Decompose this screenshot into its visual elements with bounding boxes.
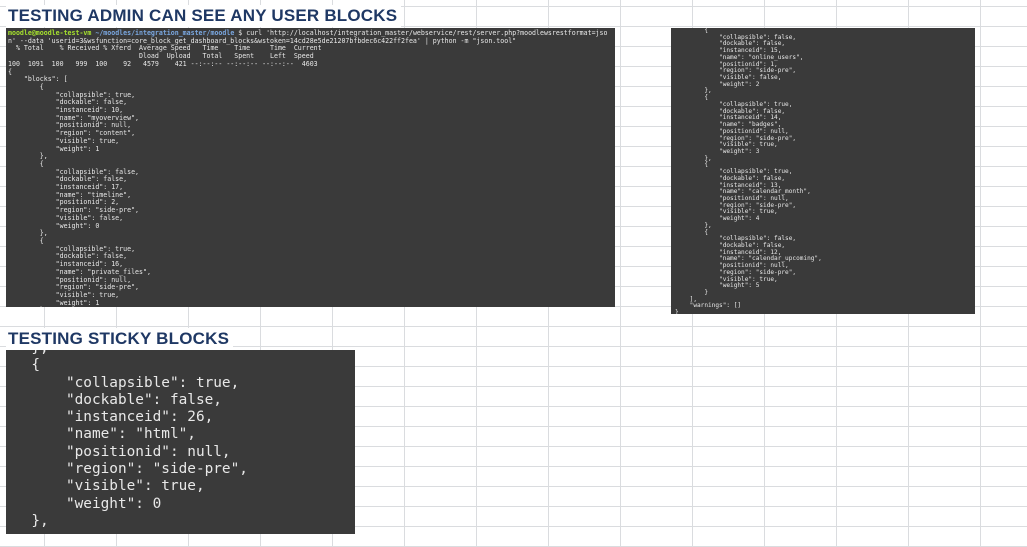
terminal-screenshot-more-blocks: { "collapsible": false, "dockable": fals… [671, 28, 975, 314]
curl-progress: 100 1091 100 999 100 92 4579 421 --:--:-… [8, 59, 318, 68]
json-output-more-blocks: { "collapsible": false, "dockable": fals… [675, 28, 822, 314]
json-output-dashboard-blocks: { "blocks": [ { "collapsible": true, "do… [8, 67, 151, 307]
terminal-screenshot-sticky-block: }, { "collapsible": true, "dockable": fa… [6, 350, 355, 534]
heading-sticky-blocks: TESTING STICKY BLOCKS [6, 328, 234, 350]
json-output-sticky-block: }, { "collapsible": true, "dockable": fa… [31, 350, 248, 529]
heading-admin-blocks: TESTING ADMIN CAN SEE ANY USER BLOCKS [6, 5, 402, 27]
terminal-screenshot-dashboard-blocks: moodle@moodle-test-vm ~/moodles/integrat… [6, 28, 615, 307]
